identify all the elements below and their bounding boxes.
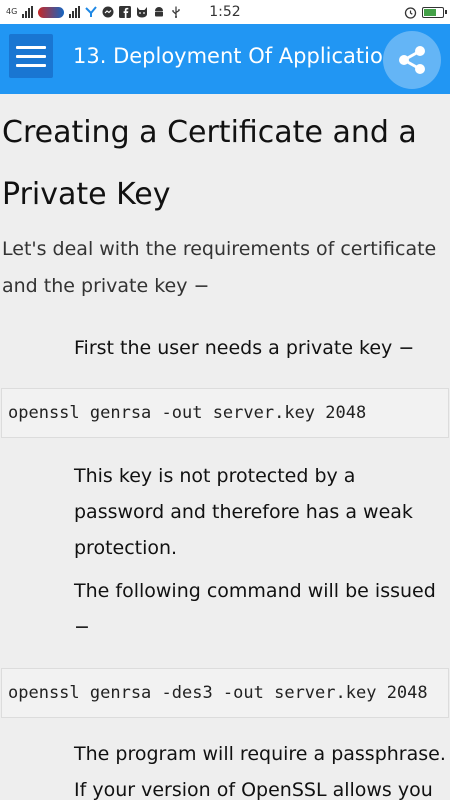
code-text: openssl genrsa -des3 -out server.key 204… [8,683,428,703]
battery-icon [422,6,447,18]
signal-icon [22,6,34,18]
alarm-icon [404,6,417,19]
usb-icon [170,6,182,18]
page-title: 13. Deployment Of Application [73,44,397,68]
share-button[interactable] [383,31,441,89]
nav-icon [85,6,98,18]
status-bar-left: 4G [6,6,182,19]
intro-paragraph: Let's deal with the requirements of cert… [2,238,437,297]
code-block[interactable]: openssl genrsa -out server.key 2048 [1,388,449,438]
app-bar: 13. Deployment Of Application [0,24,450,94]
body-paragraph: This key is not protected by a password … [74,465,413,559]
article-content[interactable]: Creating a Certificate and a Private Key… [0,94,450,800]
hamburger-icon-bar [16,63,46,67]
article-heading: Creating a Certificate and a Private Key [2,115,417,212]
code-block[interactable]: openssl genrsa -des3 -out server.key 204… [1,668,449,718]
messenger-icon [102,6,114,18]
signal-icon [69,6,81,18]
facebook-icon [119,6,132,19]
menu-button[interactable] [9,34,53,78]
status-bar: 4G 1:52 [0,0,450,24]
code-text: openssl genrsa -out server.key 2048 [8,403,367,423]
step-paragraph: First the user needs a private key − [74,337,415,359]
body-paragraph: The program will require a passphrase. I… [74,743,446,800]
share-icon [399,46,425,74]
body-paragraph: The following command will be issued − [74,580,436,638]
cat-icon [136,6,148,18]
network-type-label: 4G [6,7,18,16]
hamburger-icon-bar [16,45,46,49]
hamburger-icon-bar [16,54,46,58]
status-bar-right [404,6,447,19]
android-icon [153,6,165,18]
carrier-icon [38,6,65,18]
